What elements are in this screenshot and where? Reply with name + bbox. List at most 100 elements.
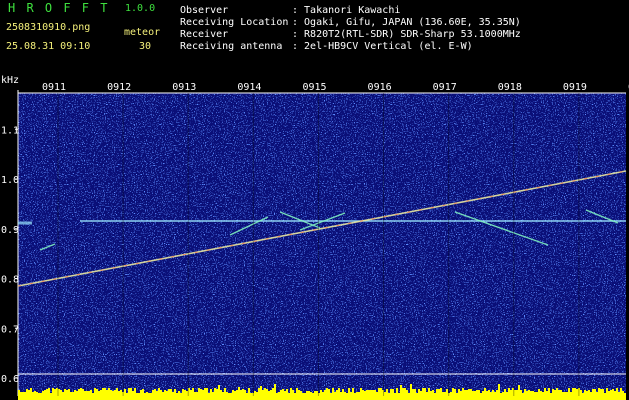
signal-level-bar [276, 393, 278, 400]
signal-level-bar [330, 393, 332, 400]
signal-level-bar [298, 390, 300, 400]
y-tick-label: 0.7 [1, 324, 19, 335]
signal-level-bar [228, 393, 230, 400]
signal-level-bar [44, 390, 46, 400]
signal-level-bar [572, 388, 574, 400]
meteor-count: 30 [139, 41, 152, 52]
signal-level-bar [28, 390, 30, 400]
signal-level-bar [136, 393, 138, 400]
signal-level-bar [406, 390, 408, 400]
signal-level-bar [110, 390, 112, 400]
x-tick-label: 0917 [433, 82, 457, 93]
signal-level-bar [166, 391, 168, 400]
signal-level-bar [236, 390, 238, 400]
app-version: 1.0.0 [125, 3, 156, 14]
signal-level-bar [268, 391, 270, 400]
signal-level-bar [622, 391, 624, 400]
signal-level-bar [238, 387, 240, 400]
signal-level-bar [222, 392, 224, 400]
signal-level-bar [82, 389, 84, 400]
signal-level-bar [372, 390, 374, 400]
signal-level-bar [94, 388, 96, 400]
signal-level-bar [544, 388, 546, 400]
signal-level-bar [52, 388, 54, 400]
signal-level-bar [30, 388, 32, 400]
signal-level-bar [446, 389, 448, 400]
y-tick-label: 0.8 [1, 275, 19, 286]
signal-level-bar [592, 389, 594, 400]
signal-level-bar [100, 390, 102, 400]
signal-level-bar [192, 388, 194, 400]
signal-level-bar [558, 390, 560, 400]
signal-level-bar [288, 393, 290, 400]
signal-level-bar [334, 392, 336, 400]
signal-level-bar [484, 388, 486, 400]
signal-level-bar [138, 393, 140, 400]
info-value-receiver: : R820T2(RTL-SDR) SDR-Sharp 53.1000MHz [292, 29, 521, 40]
x-tick-label: 0919 [563, 82, 587, 93]
x-tick-label: 0911 [42, 82, 66, 93]
signal-level-bar [244, 390, 246, 400]
signal-level-bar [194, 392, 196, 400]
signal-level-bar [414, 389, 416, 400]
info-label-observer: Observer [180, 5, 229, 16]
signal-level-bar [548, 388, 550, 400]
signal-level-bar [614, 391, 616, 400]
signal-level-bar [146, 392, 148, 400]
signal-level-bar [20, 392, 22, 400]
signal-level-bar [302, 393, 304, 400]
signal-level-bar [368, 390, 370, 400]
signal-level-bar [64, 389, 66, 400]
signal-level-bar [438, 389, 440, 400]
signal-level-bar [294, 393, 296, 400]
signal-level-bar [520, 390, 522, 400]
signal-level-bar [500, 393, 502, 400]
signal-level-bar [176, 393, 178, 400]
signal-level-bar [390, 389, 392, 400]
signal-level-bar [278, 392, 280, 400]
signal-level-bar [402, 388, 404, 400]
signal-level-bar [66, 390, 68, 400]
signal-level-bar [218, 385, 220, 400]
signal-level-bar [170, 389, 172, 400]
signal-level-bar [384, 392, 386, 400]
signal-level-bar [588, 390, 590, 400]
plot-noise [18, 93, 626, 400]
signal-level-bar [608, 391, 610, 400]
info-label-receiver: Receiver [180, 29, 229, 40]
signal-level-bar [314, 391, 316, 400]
signal-level-bar [326, 388, 328, 400]
signal-level-bar [182, 389, 184, 400]
signal-level-bar [84, 391, 86, 400]
signal-level-bar [108, 388, 110, 400]
signal-level-bar [618, 392, 620, 400]
signal-level-bar [396, 388, 398, 400]
signal-level-bar [424, 388, 426, 400]
signal-level-bar [184, 390, 186, 400]
signal-level-bar [254, 391, 256, 400]
signal-level-bar [140, 390, 142, 400]
signal-level-bar [18, 390, 20, 400]
signal-level-bar [514, 390, 516, 400]
signal-level-bar [304, 393, 306, 400]
signal-level-bar [556, 388, 558, 400]
signal-level-bar [196, 392, 198, 400]
signal-level-bar [516, 390, 518, 400]
signal-level-bar [32, 392, 34, 400]
signal-level-bar [620, 388, 622, 400]
signal-level-bar [392, 389, 394, 400]
signal-level-bar [344, 392, 346, 400]
signal-level-bar [246, 393, 248, 400]
signal-level-bar [284, 391, 286, 400]
signal-level-bar [248, 388, 250, 400]
signal-level-bar [602, 389, 604, 400]
y-tick-label: 1.1 [1, 125, 19, 136]
signal-level-bar [610, 390, 612, 400]
signal-level-bar [336, 390, 338, 400]
signal-level-bar [404, 388, 406, 400]
info-value-location: : Ogaki, Gifu, JAPAN (136.60E, 35.35N) [292, 17, 521, 28]
signal-level-bar [528, 390, 530, 400]
signal-level-bar [530, 391, 532, 400]
signal-level-bar [376, 392, 378, 400]
signal-level-bar [560, 390, 562, 400]
